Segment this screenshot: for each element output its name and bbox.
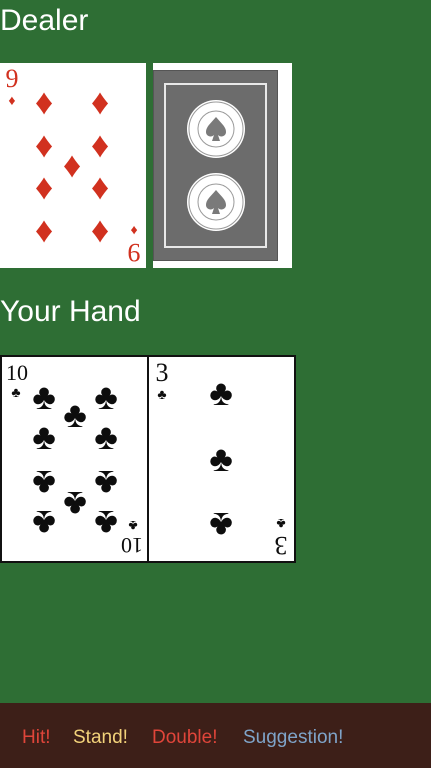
double-button[interactable]: Double! <box>152 727 218 749</box>
diamond-pip-icon: ♦ <box>34 166 54 207</box>
club-pip-icon: ♣ <box>94 463 118 504</box>
player-cards: 10 ♣ ♣ ♣ ♣ ♣ ♣ ♣ ♣ ♣ ♣ ♣ ♣ 10 3 ♣ ♣ ♣ ♣ … <box>0 355 296 563</box>
card-gap <box>146 63 153 268</box>
card-suit-top-icon: ♣ <box>11 384 21 400</box>
diamond-pip-icon: ♦ <box>90 209 110 250</box>
card-suit-bottom-icon: ♦ <box>130 223 138 239</box>
card-back-frame <box>164 83 267 248</box>
diamond-pip-icon: ♦ <box>90 166 110 207</box>
dealer-cards: 9 ♦ ♦ ♦ ♦ ♦ ♦ ♦ ♦ ♦ ♦ ♦ 9 <box>0 63 292 268</box>
card-suit-top-icon: ♣ <box>157 386 167 402</box>
stand-button[interactable]: Stand! <box>73 727 128 749</box>
card-suit-bottom-icon: ♣ <box>128 518 138 534</box>
diamond-pip-icon: ♦ <box>90 81 110 122</box>
diamond-pip-icon: ♦ <box>34 81 54 122</box>
dealer-card-nine-of-diamonds: 9 ♦ ♦ ♦ ♦ ♦ ♦ ♦ ♦ ♦ ♦ ♦ 9 <box>0 63 146 268</box>
acbl-seal-icon <box>186 173 245 231</box>
club-pip-icon: ♣ <box>209 505 233 546</box>
club-pip-icon: ♣ <box>32 416 56 457</box>
card-suit-bottom-icon: ♣ <box>276 516 286 532</box>
your-hand-heading: Your Hand <box>0 295 141 328</box>
player-card-three-of-clubs: 3 ♣ ♣ ♣ ♣ ♣ 3 <box>147 355 296 563</box>
card-rank-bottom: 9 <box>127 238 141 267</box>
blackjack-table: Dealer 9 ♦ ♦ ♦ ♦ ♦ ♦ ♦ ♦ ♦ ♦ ♦ 9 Your Ha… <box>0 0 431 768</box>
club-pip-icon: ♣ <box>32 503 56 544</box>
club-pip-icon: ♣ <box>94 416 118 457</box>
card-rank-top: 9 <box>5 64 19 93</box>
dealer-card-face-down <box>146 63 292 268</box>
card-rank-top: 3 <box>155 358 169 387</box>
dealer-heading: Dealer <box>0 4 89 37</box>
club-pip-icon: ♣ <box>94 503 118 544</box>
suggestion-button[interactable]: Suggestion! <box>243 727 343 749</box>
card-rank-bottom: 3 <box>274 531 288 560</box>
club-pip-icon: ♣ <box>94 376 118 417</box>
card-rank-bottom: 10 <box>121 533 143 558</box>
card-back-design <box>153 70 278 261</box>
club-pip-icon: ♣ <box>209 372 233 413</box>
player-card-ten-of-clubs: 10 ♣ ♣ ♣ ♣ ♣ ♣ ♣ ♣ ♣ ♣ ♣ ♣ 10 <box>0 355 149 563</box>
club-pip-icon: ♣ <box>209 438 233 479</box>
action-bar: Hit! Stand! Double! Suggestion! <box>0 703 431 768</box>
card-suit-top-icon: ♦ <box>8 92 16 108</box>
hit-button[interactable]: Hit! <box>22 727 51 749</box>
diamond-pip-icon: ♦ <box>34 209 54 250</box>
acbl-seal-icon <box>186 100 245 158</box>
